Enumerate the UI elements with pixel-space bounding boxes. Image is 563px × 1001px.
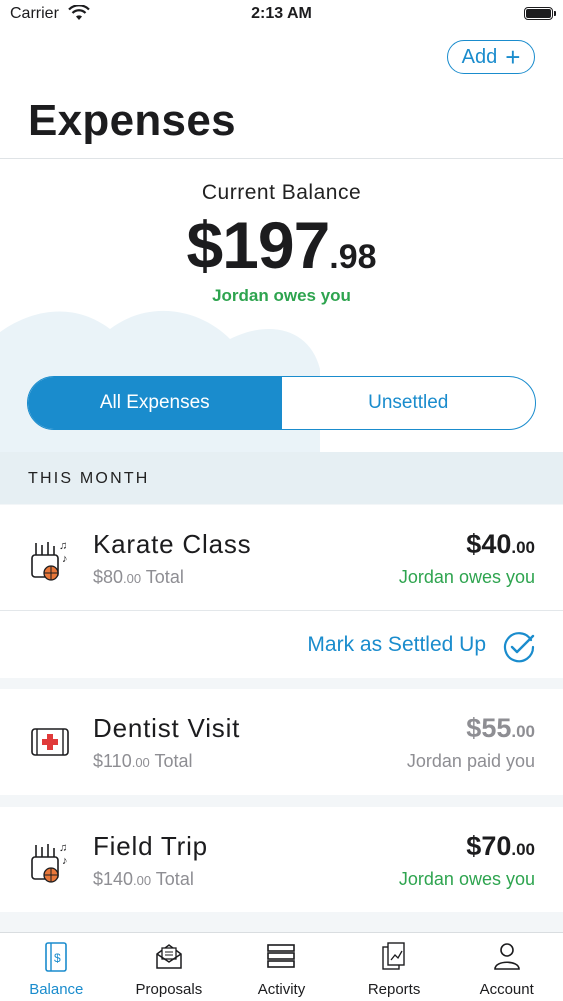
add-button[interactable]: Add + [447,40,535,74]
expense-title: Karate Class [93,529,252,559]
balance-label: Current Balance [201,181,362,204]
amount-dollars: $70 [466,831,512,861]
total-suffix: Total [149,751,193,771]
amount-cents: .00 [511,538,535,557]
svg-text:♪: ♪ [62,553,68,565]
svg-text:♫: ♫ [59,842,67,854]
filter-unsettled[interactable]: Unsettled [282,377,536,429]
total-cents: .00 [123,571,142,586]
expense-total: $80.00 Total [93,567,184,588]
clock: 2:13 AM [251,5,312,22]
total-cents: .00 [133,873,152,888]
expense-item-dentist-visit[interactable]: Dentist Visit $110.00 Total $55.00 Jorda… [0,689,563,795]
expense-status: Jordan owes you [398,869,535,889]
balance-amount: $197.98 [0,207,563,283]
expense-total: $140.00 Total [93,869,194,890]
balance-dollars: $197 [186,208,330,282]
total-cents: .00 [131,755,150,770]
expense-amount: $40.00 [466,529,535,560]
svg-text:♪: ♪ [62,855,68,867]
list-icon [267,944,296,968]
tab-label: Account [479,981,534,998]
total-dollars: $140 [93,869,134,889]
settle-row[interactable]: Mark as Settled Up [0,610,563,678]
expense-status: Jordan paid you [406,751,535,771]
tab-label: Balance [29,981,84,998]
expense-item-field-trip[interactable]: ♫ ♪ Field Trip $140.00 Total $70.00 Jord… [0,807,563,912]
medical-kit-icon [31,728,69,756]
tab-label: Proposals [135,981,203,998]
tab-proposals[interactable]: Proposals [113,933,226,1001]
page-title: Expenses [28,96,236,145]
balance-panel: Current Balance $197.98 Jordan owes you … [0,159,563,452]
tab-label: Activity [257,981,306,998]
expense-title: Dentist Visit [93,713,241,743]
tab-account[interactable]: Account [450,933,563,1001]
activities-icon: ♫ ♪ [31,540,68,581]
amount-cents: .00 [511,840,535,859]
total-suffix: Total [141,567,184,587]
amount-dollars: $55 [466,713,512,743]
balance-cents: .98 [329,238,377,276]
expense-item-karate-class[interactable]: ♫ ♪ Karate Class $80.00 Total $40.00 Jor… [0,505,563,610]
balance-note: Jordan owes you [212,286,351,305]
mark-settled-button[interactable]: Mark as Settled Up [307,633,486,657]
add-button-label: Add [461,45,498,68]
tab-reports[interactable]: Reports [338,933,451,1001]
amount-cents: .00 [511,722,535,741]
total-dollars: $110 [93,751,132,771]
expense-amount: $55.00 [466,713,535,744]
section-header: THIS MONTH [0,452,563,504]
activities-icon: ♫ ♪ [31,842,68,883]
expense-title: Field Trip [93,831,208,861]
plus-icon: + [505,42,521,72]
svg-text:♫: ♫ [59,540,67,552]
tab-label: Reports [367,981,421,998]
battery-icon [524,7,556,20]
person-icon [493,943,520,970]
total-suffix: Total [151,869,194,889]
tab-activity[interactable]: Activity [225,933,338,1001]
svg-text:$: $ [54,951,61,965]
filter-all-expenses[interactable]: All Expenses [28,377,282,429]
status-bar: Carrier 2:13 AM [0,0,563,30]
tab-bar: $ Balance Proposals Activity Reports Acc… [0,932,563,1001]
amount-dollars: $40 [466,529,512,559]
section-label: THIS MONTH [28,470,150,487]
tab-balance[interactable]: $ Balance [0,933,113,1001]
expense-total: $110.00 Total [93,751,193,772]
report-icon [382,942,405,970]
total-dollars: $80 [93,567,124,587]
header: Add + Expenses [0,30,563,159]
envelope-icon [156,944,182,969]
checkmark-circle-icon[interactable] [502,630,536,664]
expense-amount: $70.00 [466,831,535,862]
balance-book-icon: $ [45,942,68,972]
expense-status: Jordan owes you [398,567,535,587]
filter-segmented-control: All Expenses Unsettled [27,376,536,430]
